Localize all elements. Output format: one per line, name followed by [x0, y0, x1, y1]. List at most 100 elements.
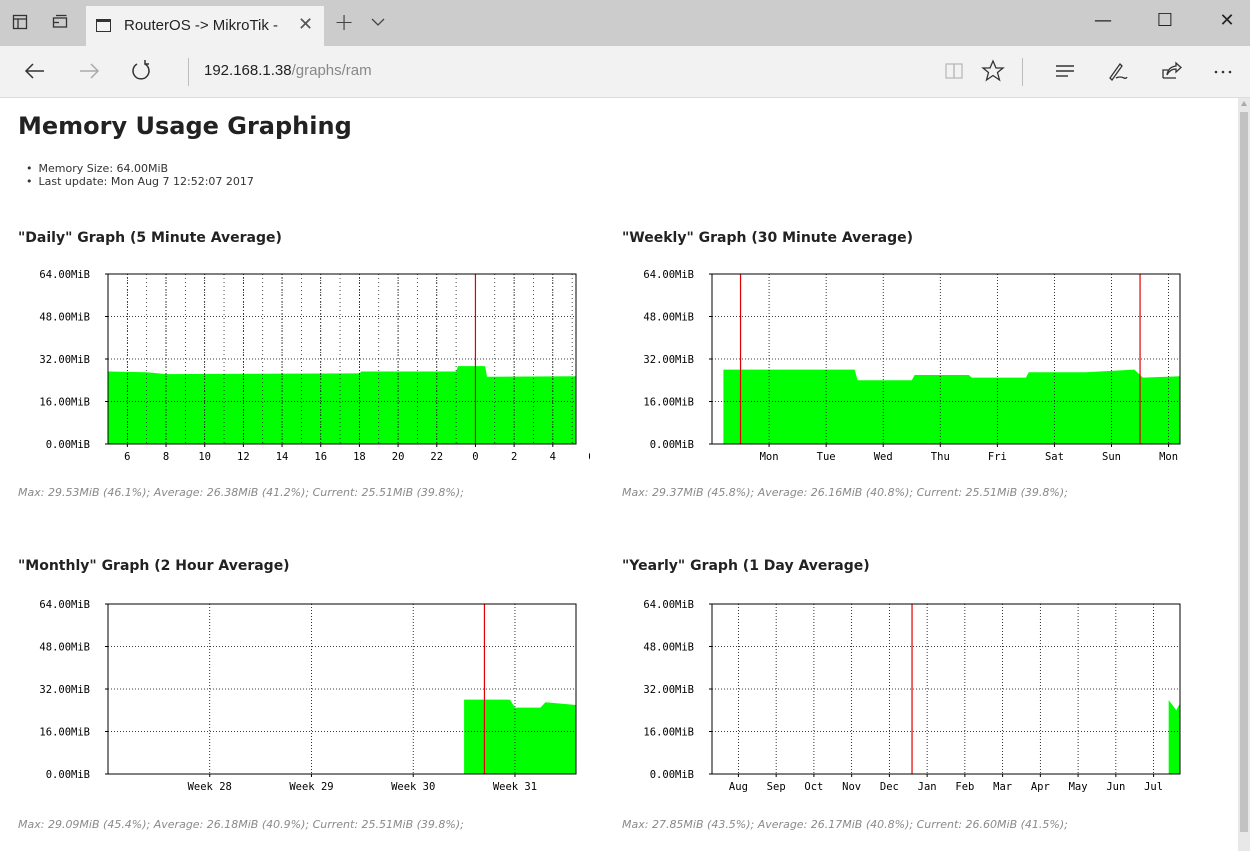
address-separator: [188, 58, 189, 86]
y-tick-label: 0.00MiB: [46, 439, 90, 451]
x-tick-label: 16: [314, 451, 327, 463]
window-close-button[interactable]: ✕: [1204, 10, 1250, 31]
x-tick-label: Sat: [1045, 451, 1064, 463]
share-icon[interactable]: [1158, 58, 1184, 84]
x-tick-label: Jun: [1106, 781, 1125, 793]
daily-graph: 64.00MiB 48.00MiB 32.00MiB 16.00MiB 0.00MiB 6…: [39, 269, 590, 463]
minimize-button[interactable]: —: [1080, 10, 1126, 31]
web-note-pen-icon[interactable]: [1104, 58, 1130, 84]
address-bar: 192.168.1.38/graphs/ram: [0, 46, 1250, 98]
more-icon[interactable]: [1210, 58, 1236, 84]
y-tick-label: 0.00MiB: [46, 769, 90, 781]
y-tick-label: 16.00MiB: [643, 727, 694, 739]
x-tick-label: Tue: [817, 451, 836, 463]
forward-arrow-icon[interactable]: [76, 58, 102, 84]
y-tick-label: 32.00MiB: [39, 354, 90, 366]
x-tick-label: Wed: [874, 451, 893, 463]
close-tab-icon[interactable]: ✕: [298, 14, 313, 35]
y-tick-label: 64.00MiB: [39, 269, 90, 281]
y-tick-label: 64.00MiB: [643, 599, 694, 611]
x-tick-label: Week 31: [493, 781, 537, 793]
y-tick-label: 0.00MiB: [650, 769, 694, 781]
x-tick-label: Week 30: [391, 781, 435, 793]
hub-icon[interactable]: [1052, 58, 1078, 84]
x-tick-label: Feb: [955, 781, 974, 793]
active-tab[interactable]: RouterOS -> MikroTik - ✕: [86, 6, 324, 46]
x-tick-label: 22: [430, 451, 443, 463]
y-tick-label: 64.00MiB: [39, 599, 90, 611]
memory-info-list: Memory Size: 64.00MiB Last update: Mon A…: [38, 162, 254, 188]
x-tick-label: 2: [511, 451, 517, 463]
vertical-scrollbar[interactable]: [1238, 98, 1250, 851]
y-tick-label: 16.00MiB: [39, 727, 90, 739]
x-tick-label: 4: [550, 451, 556, 463]
toolbar-separator: [1022, 58, 1023, 86]
scrollbar-thumb[interactable]: [1240, 112, 1248, 832]
x-tick-label: 14: [276, 451, 289, 463]
refresh-icon[interactable]: [128, 58, 154, 84]
x-tick-label: Week 28: [188, 781, 232, 793]
monthly-graph-stats: Max: 29.09MiB (45.4%); Average: 26.18MiB…: [18, 818, 464, 831]
last-update-item: Last update: Mon Aug 7 12:52:07 2017: [38, 175, 254, 188]
x-tick-label: 6: [124, 451, 130, 463]
favorite-star-icon[interactable]: [980, 58, 1006, 84]
memory-series-area: [1168, 700, 1180, 774]
y-tick-label: 32.00MiB: [39, 684, 90, 696]
daily-graph-title: "Daily" Graph (5 Minute Average): [18, 230, 282, 246]
x-tick-label: Mon: [1159, 451, 1178, 463]
monthly-graph-title: "Monthly" Graph (2 Hour Average): [18, 558, 290, 574]
x-tick-label: Sun: [1102, 451, 1121, 463]
memory-series-area: [464, 699, 576, 774]
maximize-button[interactable]: ☐: [1142, 10, 1188, 31]
y-tick-label: 64.00MiB: [643, 269, 694, 281]
tab-previews-icon[interactable]: [52, 14, 68, 30]
tab-bar: RouterOS -> MikroTik - ✕ + — ☐ ✕: [0, 0, 1250, 46]
y-tick-label: 16.00MiB: [643, 397, 694, 409]
reading-view-icon[interactable]: [942, 58, 968, 84]
memory-size-item: Memory Size: 64.00MiB: [38, 162, 254, 175]
x-tick-label: Aug: [729, 781, 748, 793]
back-arrow-icon[interactable]: [22, 58, 48, 84]
x-tick-label: Sep: [767, 781, 786, 793]
x-tick-label: 6: [588, 451, 590, 463]
page-title: Memory Usage Graphing: [18, 112, 352, 140]
y-tick-label: 48.00MiB: [39, 642, 90, 654]
y-tick-label: 48.00MiB: [39, 312, 90, 324]
yearly-graph-stats: Max: 27.85MiB (43.5%); Average: 26.17MiB…: [622, 818, 1068, 831]
x-tick-label: 0: [472, 451, 478, 463]
x-tick-label: Jan: [918, 781, 937, 793]
weekly-graph-title: "Weekly" Graph (30 Minute Average): [622, 230, 914, 246]
set-tabs-aside-icon[interactable]: [12, 14, 28, 30]
new-tab-icon[interactable]: +: [334, 8, 354, 36]
x-tick-label: Fri: [988, 451, 1007, 463]
y-tick-label: 48.00MiB: [643, 642, 694, 654]
x-tick-label: Thu: [931, 451, 950, 463]
x-tick-label: May: [1069, 781, 1088, 793]
weekly-graph: 64.00MiB 48.00MiB 32.00MiB 16.00MiB 0.00MiB M…: [643, 269, 1181, 463]
x-tick-label: Mar: [993, 781, 1012, 793]
page-content: Memory Usage Graphing Memory Size: 64.00…: [0, 98, 1250, 851]
chevron-down-icon[interactable]: [368, 12, 388, 32]
page-favicon-icon: [96, 19, 111, 32]
x-tick-label: Mon: [760, 451, 779, 463]
monthly-graph: 64.00MiB 48.00MiB 32.00MiB 16.00MiB 0.00MiB W…: [39, 599, 577, 793]
url-field[interactable]: 192.168.1.38/graphs/ram: [204, 62, 372, 79]
x-tick-label: Apr: [1031, 781, 1050, 793]
x-tick-label: Week 29: [289, 781, 333, 793]
x-tick-label: Nov: [842, 781, 861, 793]
memory-series-area: [108, 366, 576, 444]
x-tick-label: 10: [198, 451, 211, 463]
x-tick-label: 18: [353, 451, 366, 463]
x-tick-label: Dec: [880, 781, 899, 793]
yearly-graph: 64.00MiB 48.00MiB 32.00MiB 16.00MiB 0.00MiB A…: [643, 599, 1181, 793]
y-tick-label: 32.00MiB: [643, 684, 694, 696]
x-tick-label: 12: [237, 451, 250, 463]
weekly-graph-stats: Max: 29.37MiB (45.8%); Average: 26.16MiB…: [622, 486, 1068, 499]
x-tick-label: Oct: [804, 781, 823, 793]
y-tick-label: 32.00MiB: [643, 354, 694, 366]
x-tick-label: Jul: [1144, 781, 1163, 793]
yearly-graph-title: "Yearly" Graph (1 Day Average): [622, 558, 870, 574]
scroll-up-arrow-icon[interactable]: [1241, 101, 1247, 106]
url-host: 192.168.1.38: [204, 62, 292, 79]
x-tick-label: 8: [163, 451, 169, 463]
